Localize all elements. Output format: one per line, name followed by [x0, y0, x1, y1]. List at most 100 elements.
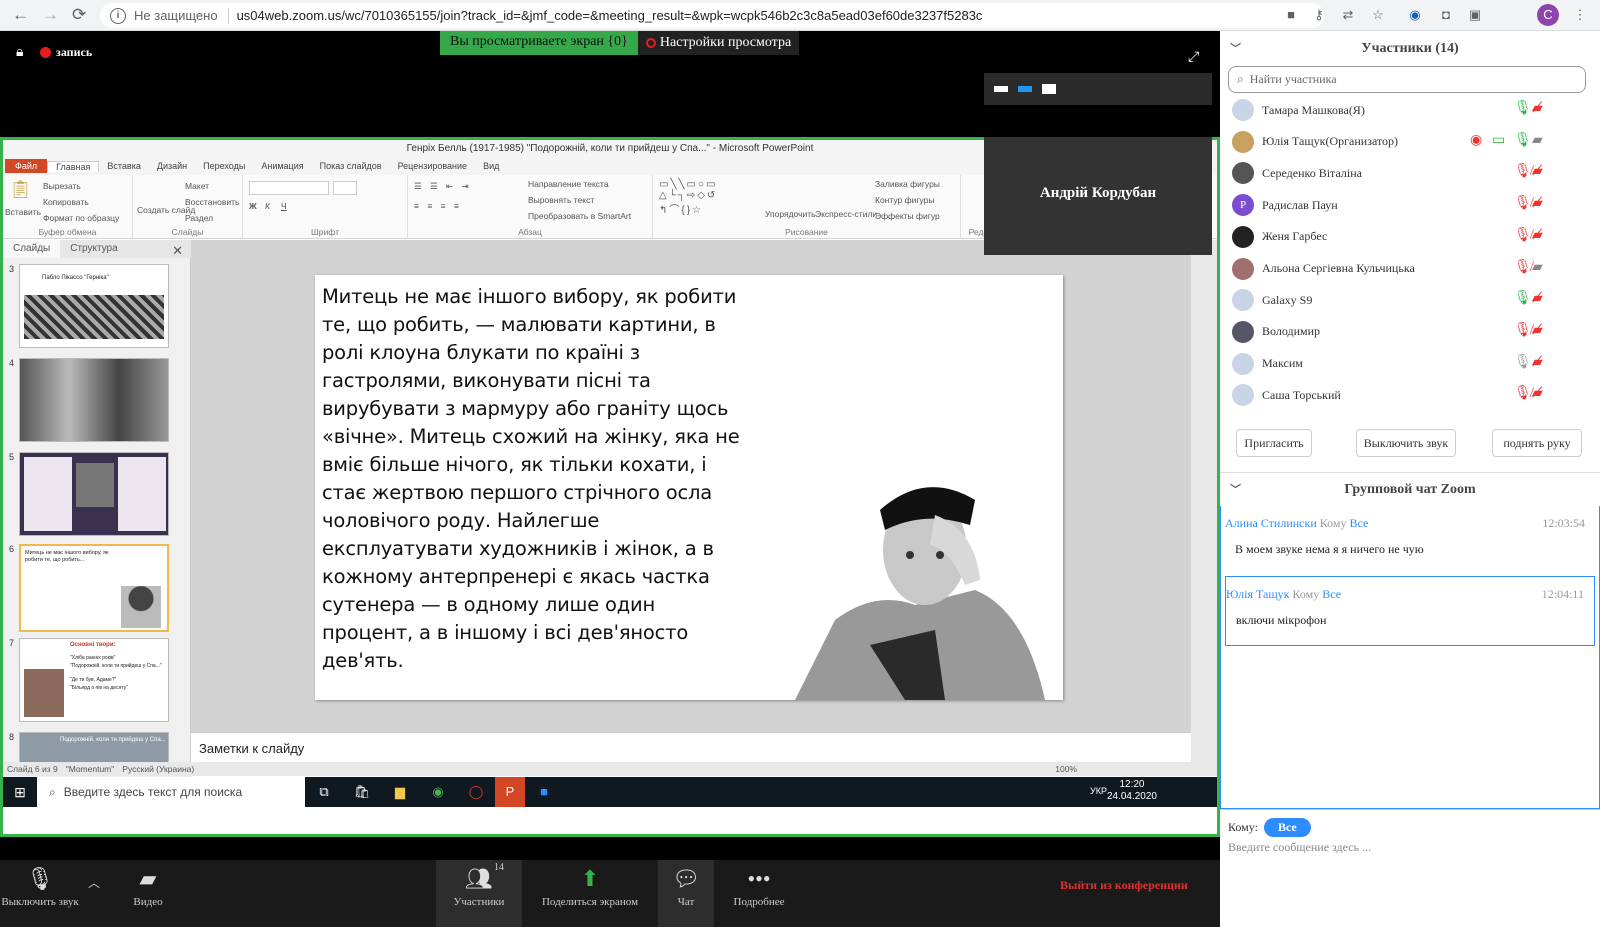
- participant-row[interactable]: Тамара Машкова(Я) 🎙︎ ▰̸: [1220, 94, 1600, 126]
- share-screen-button[interactable]: ⬆ Поделиться экраном: [530, 860, 650, 927]
- slide-thumbnail[interactable]: [19, 452, 169, 536]
- reload-icon[interactable]: ⟳: [72, 5, 86, 25]
- menu-design[interactable]: Дизайн: [149, 161, 195, 171]
- extension-icon[interactable]: ◘: [1438, 7, 1454, 23]
- mic-muted-icon[interactable]: 🎙︎̸: [1514, 163, 1532, 180]
- video-off-icon[interactable]: ▰̸: [1532, 227, 1543, 244]
- video-off-icon[interactable]: ▰̸: [1532, 354, 1543, 371]
- info-icon[interactable]: i: [110, 7, 126, 24]
- participants-button[interactable]: 👥︎ 14 Участники: [436, 860, 522, 927]
- slide-thumbnail[interactable]: [19, 358, 169, 442]
- bold-icon[interactable]: Ж: [249, 201, 257, 211]
- close-panel-icon[interactable]: ✕: [162, 240, 191, 258]
- menu-file[interactable]: Файл: [5, 159, 48, 173]
- slide-notes[interactable]: Заметки к слайду: [191, 732, 1191, 762]
- video-off-icon[interactable]: ▰̸: [1532, 322, 1543, 339]
- chevron-down-icon[interactable]: ﹀: [1230, 473, 1241, 507]
- mute-button[interactable]: 🎙︎ Выключить звук: [0, 860, 80, 927]
- task-view-icon[interactable]: ⧉: [305, 777, 343, 807]
- chevron-down-icon[interactable]: ﹀: [1230, 31, 1241, 67]
- chrome-icon[interactable]: ◉: [419, 777, 457, 807]
- invite-button[interactable]: Пригласить: [1236, 429, 1312, 457]
- windows-start-icon[interactable]: ⊞: [3, 777, 37, 807]
- text-direction-button[interactable]: Направление текста: [528, 179, 609, 189]
- raise-hand-button[interactable]: поднять руку: [1492, 429, 1582, 457]
- microphone-icon[interactable]: 🎙︎: [1514, 100, 1532, 117]
- chat-message-input[interactable]: Введите сообщение здесь ...: [1228, 840, 1371, 855]
- font-size-select[interactable]: [333, 181, 357, 195]
- menu-icon[interactable]: ⋮: [1572, 7, 1588, 23]
- cut-button[interactable]: Вырезать: [43, 181, 81, 191]
- slide-quote-text[interactable]: Митець не має іншого вибору, як робити т…: [322, 283, 742, 675]
- mic-muted-icon[interactable]: 🎙︎̸: [1514, 195, 1532, 212]
- leave-meeting-button[interactable]: Выйти из конференции: [1060, 878, 1188, 893]
- video-off-icon[interactable]: ▰̸: [1532, 163, 1543, 180]
- slide-thumbnail-active[interactable]: Митець не має іншого вибору, як робити т…: [19, 544, 169, 632]
- menu-home[interactable]: Главная: [47, 160, 100, 172]
- back-icon[interactable]: ←: [12, 5, 29, 25]
- align-icons[interactable]: ≡ ≡ ≡ ≡: [414, 201, 462, 211]
- reset-button[interactable]: Восстановить: [185, 197, 239, 207]
- image-icon[interactable]: ▣: [1467, 7, 1483, 23]
- folder-icon[interactable]: ▆: [381, 777, 419, 807]
- message-sender[interactable]: Юлія Тащук: [1226, 587, 1289, 601]
- participant-row[interactable]: Володимир 🎙︎̸ ▰̸: [1220, 316, 1600, 348]
- zoom-level[interactable]: 100%: [1055, 764, 1077, 774]
- list-icons[interactable]: ☰ ☰ ⇤ ⇥: [414, 181, 472, 192]
- powerpoint-icon[interactable]: P: [495, 777, 525, 807]
- video-layout-switcher[interactable]: [984, 73, 1212, 105]
- chevron-up-icon[interactable]: ︿: [88, 874, 100, 891]
- copy-button[interactable]: Копировать: [43, 197, 89, 207]
- store-icon[interactable]: 🛍︎: [343, 777, 381, 807]
- strip-view-icon[interactable]: [1018, 86, 1032, 92]
- mic-muted-icon[interactable]: 🎙︎̸: [1514, 385, 1532, 402]
- participant-search-input[interactable]: ⌕ Найти участника: [1228, 66, 1586, 93]
- participant-row[interactable]: Galaxy S9 🎙︎ ▰̸: [1220, 284, 1600, 316]
- more-button[interactable]: ••• Подробнее: [724, 860, 794, 927]
- address-bar[interactable]: i Не защищено us04web.zoom.us/wc/7010365…: [100, 3, 1324, 28]
- participant-row[interactable]: Юлія Тащук(Организатор) 🎙︎ ▰ ◉ ▭: [1220, 126, 1600, 158]
- participant-row[interactable]: Саша Торський 🎙︎̸ ▰̸: [1220, 379, 1600, 411]
- underline-icon[interactable]: Ч: [281, 201, 287, 211]
- video-off-icon[interactable]: ▰̸: [1532, 195, 1543, 212]
- menu-slideshow[interactable]: Показ слайдов: [312, 161, 390, 171]
- video-button[interactable]: ▰ Видео: [118, 860, 178, 927]
- smartart-button[interactable]: Преобразовать в SmartArt: [528, 211, 631, 221]
- recipient-select[interactable]: Все: [1263, 818, 1311, 837]
- mic-muted-icon[interactable]: 🎙︎̸: [1514, 227, 1532, 244]
- microphone-icon[interactable]: 🎙︎: [1514, 290, 1532, 307]
- section-button[interactable]: Раздел: [185, 213, 213, 223]
- chat-button[interactable]: 💬︎ Чат: [658, 860, 714, 927]
- font-family-select[interactable]: [249, 181, 329, 195]
- menu-animation[interactable]: Анимация: [253, 161, 311, 171]
- mute-all-button[interactable]: Выключить звук: [1356, 429, 1456, 457]
- view-settings-button[interactable]: Настройки просмотра: [637, 31, 800, 55]
- format-painter-button[interactable]: Формат по образцу: [43, 213, 119, 223]
- shape-outline-button[interactable]: Контур фигуры: [875, 195, 934, 205]
- mic-muted-icon[interactable]: 🎙︎̸: [1514, 322, 1532, 339]
- slide-thumbnail[interactable]: Основні твори: "Хліба ранніх років" "Под…: [19, 638, 169, 722]
- paste-button[interactable]: Вставить: [5, 207, 41, 217]
- participant-row[interactable]: Середенко Віталіна 🎙︎̸ ▰̸: [1220, 157, 1600, 189]
- forward-icon[interactable]: →: [42, 5, 59, 25]
- arrange-button[interactable]: Упорядочить: [765, 209, 816, 219]
- layout-button[interactable]: Макет: [185, 181, 209, 191]
- video-off-icon[interactable]: ▰̸: [1532, 100, 1543, 117]
- participant-row[interactable]: Р Радислав Паун 🎙︎̸ ▰̸: [1220, 189, 1600, 221]
- video-camera-icon[interactable]: ▰: [1532, 259, 1543, 276]
- message-sender[interactable]: Алина Стилински: [1225, 516, 1317, 530]
- align-text-button[interactable]: Выровнять текст: [528, 195, 594, 205]
- profile-avatar[interactable]: C: [1537, 4, 1559, 26]
- paste-icon[interactable]: 📋︎: [9, 179, 32, 200]
- zoom-icon[interactable]: ■: [525, 777, 563, 807]
- shape-effects-button[interactable]: Эффекты фигур: [875, 211, 940, 221]
- video-off-icon[interactable]: ▰̸: [1532, 290, 1543, 307]
- url-text[interactable]: us04web.zoom.us/wc/7010365155/join?track…: [237, 8, 983, 23]
- current-slide[interactable]: Митець не має іншого вибору, як робити т…: [315, 275, 1063, 700]
- menu-review[interactable]: Рецензирование: [390, 161, 476, 171]
- participant-row[interactable]: Максим 🎙︎ ▰̸: [1220, 348, 1600, 380]
- menu-transitions[interactable]: Переходы: [195, 161, 253, 171]
- slide-thumbnail[interactable]: Пабло Пікассо "Герніка": [19, 264, 169, 348]
- participant-row[interactable]: Женя Гарбес 🎙︎̸ ▰̸: [1220, 221, 1600, 253]
- participant-row[interactable]: Альона Сергіевна Кульчицька 🎙︎̸ ▰: [1220, 253, 1600, 285]
